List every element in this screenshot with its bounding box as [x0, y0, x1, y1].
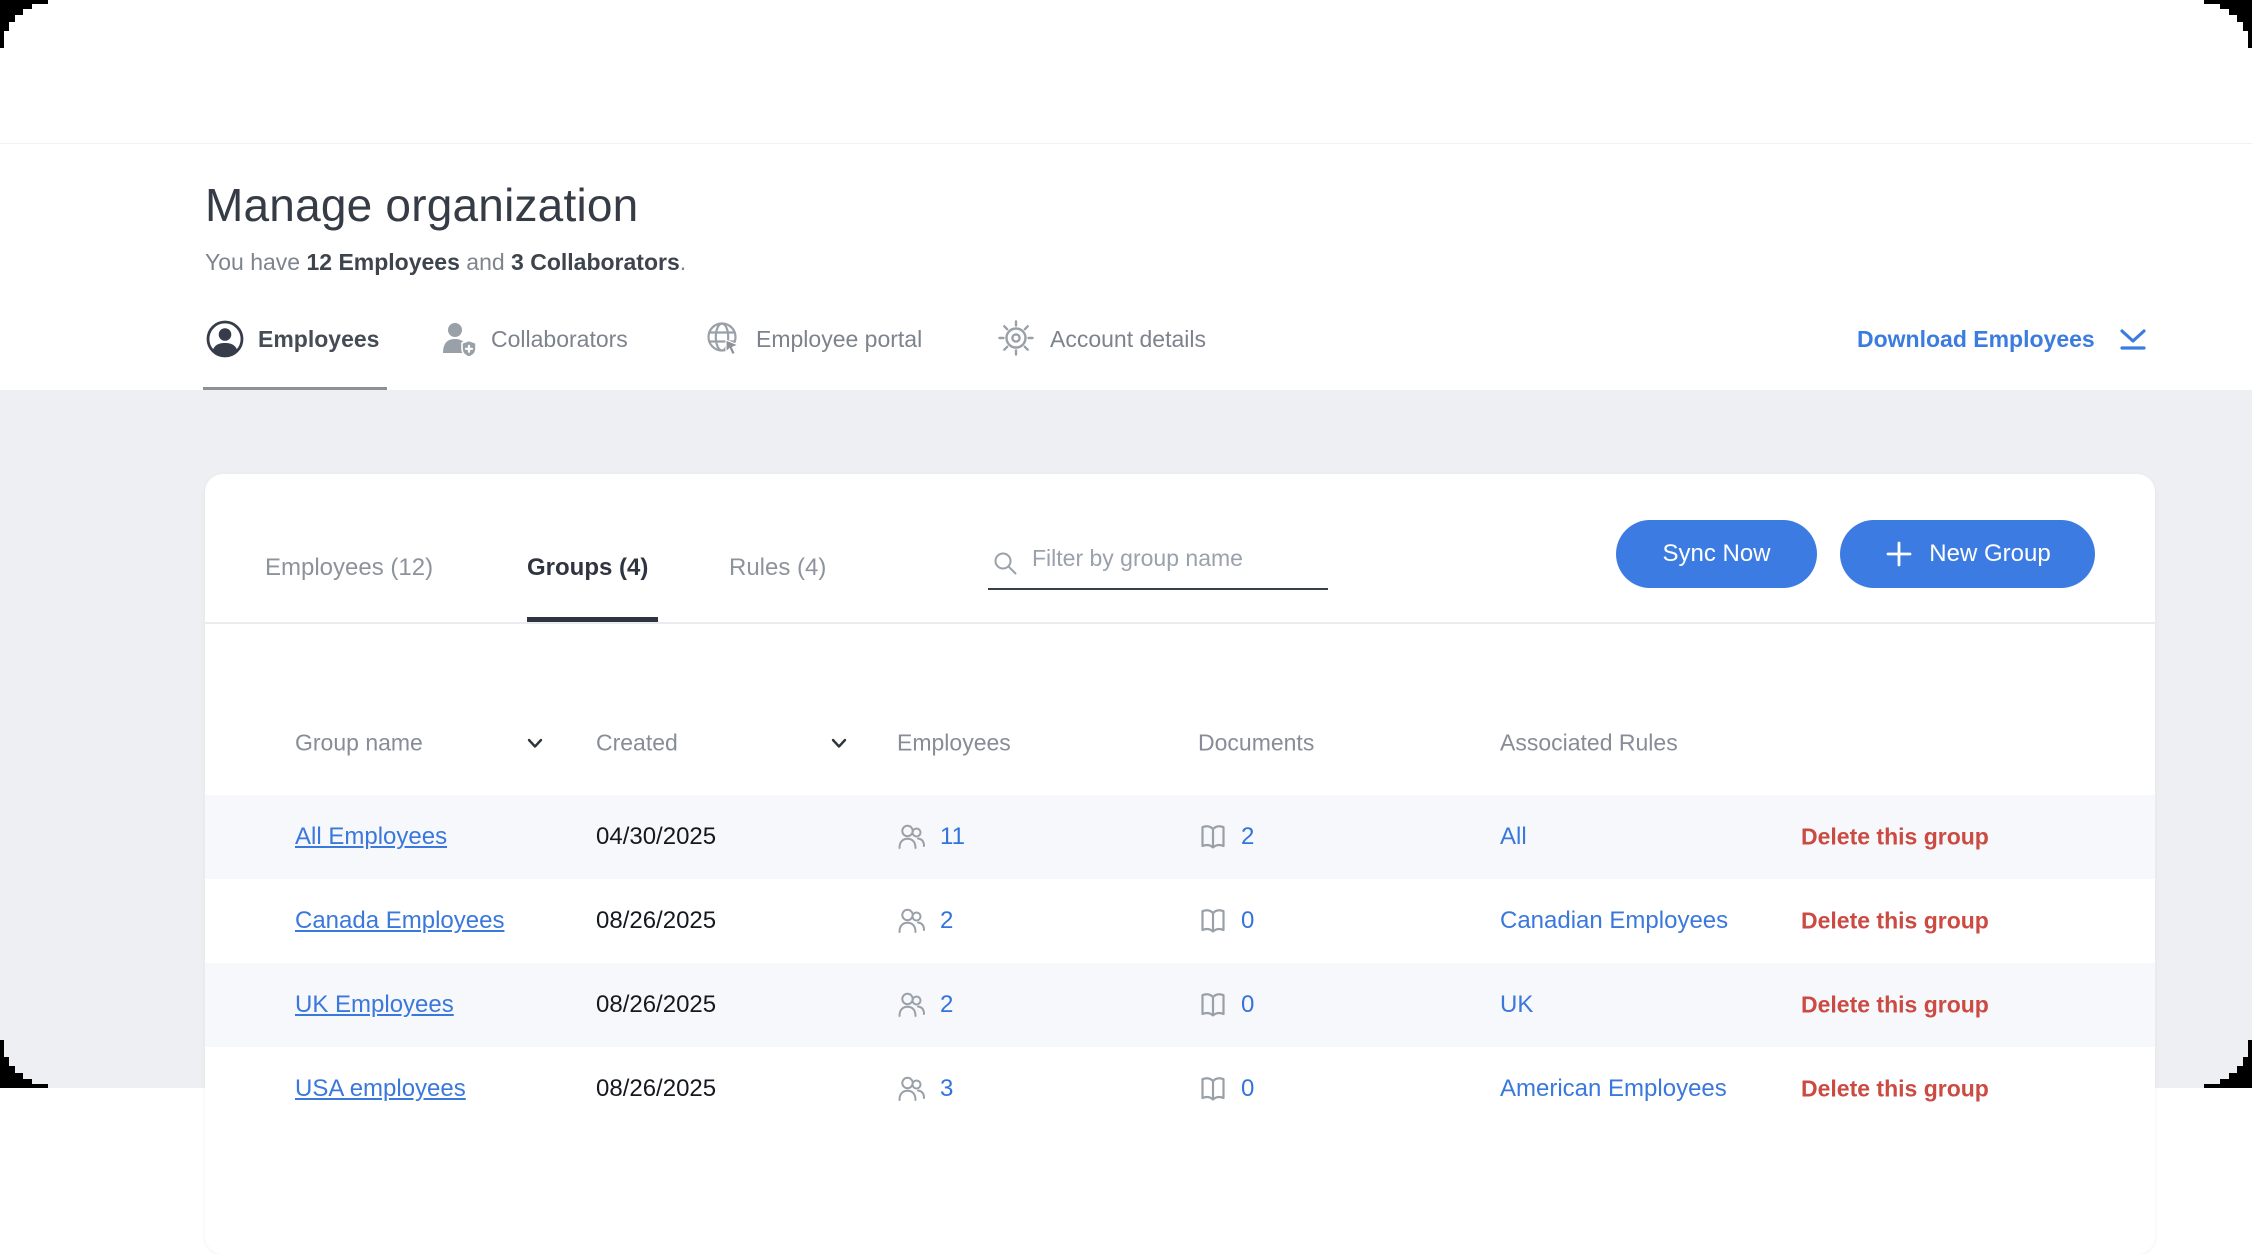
user-shield-icon: [440, 320, 478, 358]
new-group-button[interactable]: New Group: [1840, 520, 2095, 588]
subtitle-text: You have: [205, 249, 306, 275]
table-header-row: Group name Created Employees Documents A…: [205, 690, 2155, 795]
documents-count-link[interactable]: 0: [1241, 1075, 1254, 1103]
group-name-link[interactable]: UK Employees: [295, 991, 454, 1019]
new-group-label: New Group: [1929, 540, 2050, 568]
column-header-created: Created: [596, 729, 678, 756]
employees-cell: 3: [897, 1074, 953, 1104]
download-label: Download Employees: [1857, 326, 2095, 353]
created-date: 08/26/2025: [596, 991, 716, 1019]
group-name-link[interactable]: USA employees: [295, 1075, 466, 1103]
groups-card: Employees (12) Groups (4) Rules (4) Sync…: [205, 474, 2155, 1254]
collaborators-count-text: 3 Collaborators: [511, 249, 680, 275]
delete-group-button[interactable]: Delete this group: [1801, 992, 1989, 1019]
filter-input[interactable]: [1030, 544, 1324, 573]
documents-cell: 0: [1198, 990, 1254, 1020]
tab-label: Collaborators: [491, 326, 628, 353]
table-row: UK Employees 08/26/2025 2 0 UK Delete th…: [205, 963, 2155, 1047]
tab-label: Employee portal: [756, 326, 922, 353]
created-date: 08/26/2025: [596, 907, 716, 935]
search-icon: [992, 550, 1020, 583]
user-circle-icon: [205, 319, 245, 359]
people-icon: [897, 990, 927, 1020]
tab-collaborators[interactable]: Collaborators: [440, 310, 628, 368]
table-row: Canada Employees 08/26/2025 2 0 Canadian…: [205, 879, 2155, 963]
column-header-documents: Documents: [1198, 729, 1314, 756]
group-name-link[interactable]: All Employees: [295, 823, 447, 851]
column-header-employees: Employees: [897, 729, 1011, 756]
card-tab-employees[interactable]: Employees (12): [265, 552, 433, 584]
employees-cell: 2: [897, 990, 953, 1020]
tab-employees[interactable]: Employees: [205, 310, 379, 368]
employees-cell: 11: [897, 822, 965, 852]
corner-tear-mark: [0, 1038, 50, 1088]
tab-label: Account details: [1050, 326, 1206, 353]
corner-tear-mark: [2202, 0, 2252, 50]
table-row: USA employees 08/26/2025 3 0 American Em…: [205, 1047, 2155, 1131]
card-tab-groups[interactable]: Groups (4): [527, 552, 648, 584]
table-body: All Employees 04/30/2025 11 2 All Delete…: [205, 795, 2155, 1131]
employees-count-text: 12 Employees: [306, 249, 459, 275]
documents-cell: 0: [1198, 1074, 1254, 1104]
filter-underline: [988, 588, 1328, 590]
page-title: Manage organization: [205, 177, 638, 233]
column-header-group-name: Group name: [295, 729, 423, 756]
page-subtitle: You have 12 Employees and 3 Collaborator…: [205, 247, 686, 277]
employees-count-link[interactable]: 3: [940, 1075, 953, 1103]
associated-rules-link[interactable]: All: [1500, 823, 1527, 851]
book-icon: [1198, 1074, 1228, 1104]
group-name-link[interactable]: Canada Employees: [295, 907, 504, 935]
people-icon: [897, 822, 927, 852]
created-date: 04/30/2025: [596, 823, 716, 851]
documents-cell: 2: [1198, 822, 1254, 852]
created-date: 08/26/2025: [596, 1075, 716, 1103]
book-icon: [1198, 906, 1228, 936]
book-icon: [1198, 990, 1228, 1020]
tab-employee-portal[interactable]: Employee portal: [703, 310, 922, 368]
card-divider: [205, 622, 2155, 624]
documents-count-link[interactable]: 2: [1241, 823, 1254, 851]
sync-now-label: Sync Now: [1662, 540, 1770, 568]
group-filter: [988, 536, 1328, 590]
book-icon: [1198, 822, 1228, 852]
tab-account-details[interactable]: Account details: [997, 310, 1206, 368]
column-header-associated-rules: Associated Rules: [1500, 729, 1678, 756]
employees-count-link[interactable]: 2: [940, 907, 953, 935]
associated-rules-link[interactable]: Canadian Employees: [1500, 907, 1728, 935]
chevron-down-icon[interactable]: [523, 731, 547, 755]
employees-cell: 2: [897, 906, 953, 936]
table-row: All Employees 04/30/2025 11 2 All Delete…: [205, 795, 2155, 879]
subtitle-text: .: [680, 249, 686, 275]
people-icon: [897, 906, 927, 936]
gear-icon: [997, 319, 1037, 359]
globe-cursor-icon: [703, 319, 743, 359]
delete-group-button[interactable]: Delete this group: [1801, 1076, 1989, 1103]
download-employees-button[interactable]: Download Employees: [1857, 310, 2149, 368]
associated-rules-link[interactable]: American Employees: [1500, 1075, 1727, 1103]
delete-group-button[interactable]: Delete this group: [1801, 908, 1989, 935]
sync-now-button[interactable]: Sync Now: [1616, 520, 1817, 588]
employees-count-link[interactable]: 2: [940, 991, 953, 1019]
plus-icon: [1884, 539, 1914, 569]
subtitle-text: and: [460, 249, 511, 275]
corner-tear-mark: [2202, 1038, 2252, 1088]
employees-count-link[interactable]: 11: [940, 823, 965, 851]
chevron-down-icon[interactable]: [827, 731, 851, 755]
documents-cell: 0: [1198, 906, 1254, 936]
delete-group-button[interactable]: Delete this group: [1801, 824, 1989, 851]
top-divider: [0, 143, 2252, 144]
card-tab-rules[interactable]: Rules (4): [729, 552, 826, 584]
tab-label: Employees: [258, 326, 379, 353]
documents-count-link[interactable]: 0: [1241, 991, 1254, 1019]
corner-tear-mark: [0, 0, 50, 50]
associated-rules-link[interactable]: UK: [1500, 991, 1533, 1019]
documents-count-link[interactable]: 0: [1241, 907, 1254, 935]
download-icon: [2117, 325, 2149, 353]
people-icon: [897, 1074, 927, 1104]
